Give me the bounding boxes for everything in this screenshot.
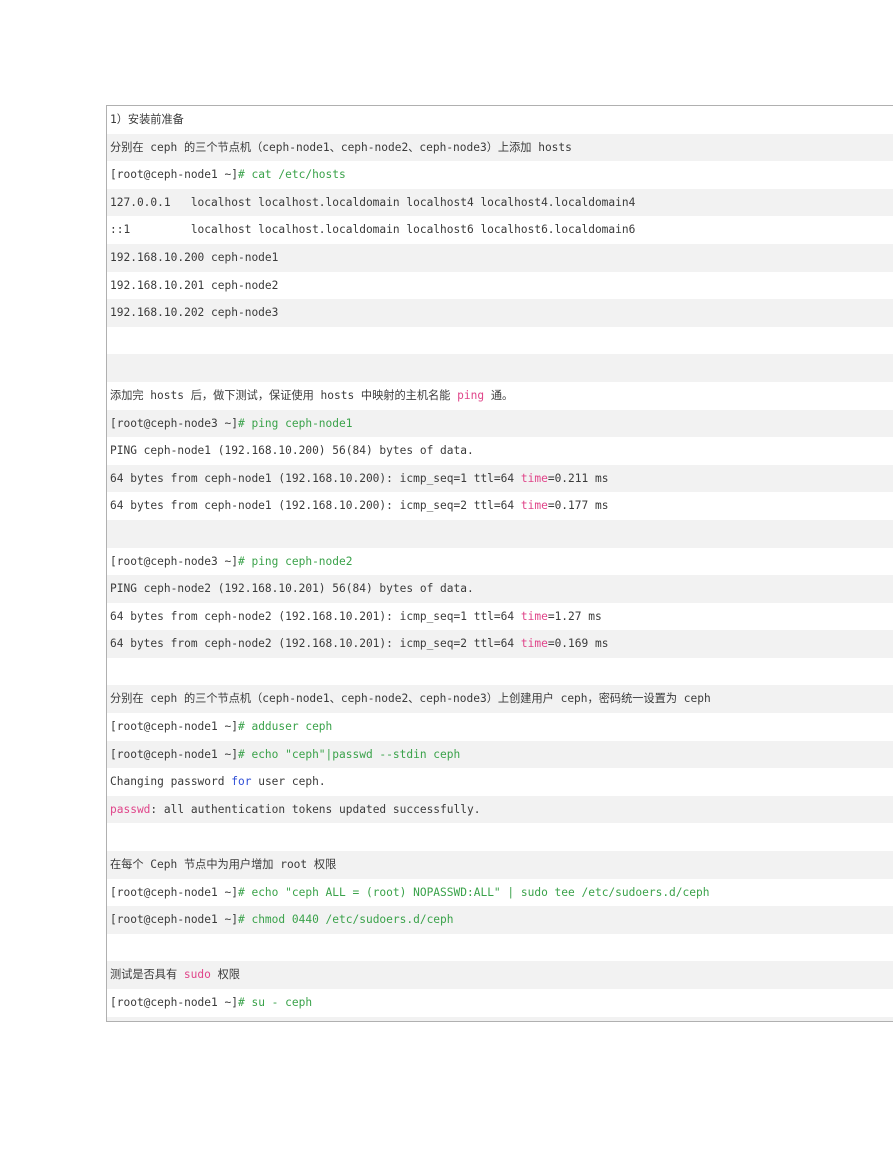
code-line: [root@ceph-node1 ~]# su - ceph xyxy=(107,989,893,1017)
code-line: 在每个 Ceph 节点中为用户增加 root 权限 xyxy=(107,851,893,879)
code-line: 测试是否具有 sudo 权限 xyxy=(107,961,893,989)
code-segment: [root@ceph-node1 ~] xyxy=(110,747,238,761)
code-segment: PING ceph-node2 (192.168.10.201) 56(84) … xyxy=(110,582,474,596)
code-segment: PING ceph-node1 (192.168.10.200) 56(84) … xyxy=(110,444,474,458)
code-line: 64 bytes from ceph-node1 (192.168.10.200… xyxy=(107,464,893,493)
code-segment: time xyxy=(520,637,548,651)
code-segment: ping xyxy=(457,388,485,402)
code-line: 64 bytes from ceph-node1 (192.168.10.200… xyxy=(107,492,893,520)
code-segment: # ping ceph-node2 xyxy=(237,554,353,568)
code-segment: 192.168.10.202 ceph-node3 xyxy=(110,306,279,320)
code-line: 分别在 ceph 的三个节点机（ceph-node1、ceph-node2、ce… xyxy=(107,685,893,714)
code-line: PING ceph-node1 (192.168.10.200) 56(84) … xyxy=(107,437,893,465)
code-line: [root@ceph-node3 ~]# ping ceph-node1 xyxy=(107,409,893,438)
code-segment: [root@ceph-node3 ~] xyxy=(110,416,238,430)
code-segment: passwd xyxy=(110,802,151,816)
code-segment: 64 bytes from ceph-node1 (192.168.10.200… xyxy=(110,499,521,513)
code-segment: ::1 localhost localhost.localdomain loca… xyxy=(110,223,636,237)
code-line: [root@ceph-node1 ~]# adduser ceph xyxy=(107,713,893,741)
code-segment: # chmod 0440 /etc/sudoers.d/ceph xyxy=(237,913,454,927)
code-segment: # echo "ceph"|passwd --stdin ceph xyxy=(237,747,461,761)
code-line: [root@ceph-node1 ~]# echo "ceph"|passwd … xyxy=(107,740,893,769)
code-line: 64 bytes from ceph-node2 (192.168.10.201… xyxy=(107,603,893,631)
code-segment: [root@ceph-node1 ~] xyxy=(110,720,238,734)
code-segment: # echo "ceph ALL = (root) NOPASSWD:ALL" … xyxy=(237,885,710,899)
code-line: PING ceph-node2 (192.168.10.201) 56(84) … xyxy=(107,575,893,603)
code-line: [ceph@ceph-node1 ~]$ sudo su - xyxy=(107,1016,893,1021)
code-line: 分别在 ceph 的三个节点机（ceph-node1、ceph-node2、ce… xyxy=(107,133,893,162)
code-segment: [root@ceph-node1 ~] xyxy=(110,996,238,1009)
code-segment: [root@ceph-node3 ~] xyxy=(110,554,238,568)
code-line: 添加完 hosts 后，做下测试，保证使用 hosts 中映射的主机名能 pin… xyxy=(107,382,893,410)
code-segment: time xyxy=(520,609,548,623)
code-segment: 64 bytes from ceph-node2 (192.168.10.201… xyxy=(110,609,521,623)
code-line: 64 bytes from ceph-node2 (192.168.10.201… xyxy=(107,630,893,658)
code-segment: 192.168.10.200 ceph-node1 xyxy=(110,250,279,264)
code-segment: =0.177 ms xyxy=(547,499,609,513)
code-segment: =1.27 ms xyxy=(547,609,602,623)
code-segment: [root@ceph-node1 ~] xyxy=(110,885,238,899)
code-segment: =0.169 ms xyxy=(547,637,609,651)
code-line: [root@ceph-node1 ~]# echo "ceph ALL = (r… xyxy=(107,879,893,907)
code-segment: 分别在 ceph 的三个节点机（ceph-node1、ceph-node2、ce… xyxy=(110,140,572,154)
code-segment: # adduser ceph xyxy=(237,720,333,734)
code-line: 192.168.10.201 ceph-node2 xyxy=(107,272,893,300)
code-segment: Changing password xyxy=(110,775,232,789)
code-line xyxy=(107,354,893,382)
code-segment: # su - ceph xyxy=(237,996,313,1009)
code-segment: 192.168.10.201 ceph-node2 xyxy=(110,278,279,292)
code-segment: time xyxy=(520,499,548,513)
code-line: 127.0.0.1 localhost localhost.localdomai… xyxy=(107,188,893,217)
code-segment: sudo xyxy=(183,968,211,982)
code-segment: for xyxy=(231,775,252,789)
code-segment: 测试是否具有 xyxy=(110,968,184,982)
code-segment: # cat /etc/hosts xyxy=(237,168,346,182)
code-segment: 在每个 Ceph 节点中为用户增加 root 权限 xyxy=(110,858,337,872)
code-segment: 64 bytes from ceph-node1 (192.168.10.200… xyxy=(110,471,521,485)
code-segment: 127.0.0.1 localhost localhost.localdomai… xyxy=(110,195,636,209)
code-block: 1）安装前准备分别在 ceph 的三个节点机（ceph-node1、ceph-n… xyxy=(106,105,893,1022)
code-segment: : all authentication tokens updated succ… xyxy=(150,802,481,816)
code-segment: 通。 xyxy=(484,388,514,402)
code-segment: time xyxy=(520,471,548,485)
code-line: [root@ceph-node1 ~]# cat /etc/hosts xyxy=(107,161,893,189)
code-segment: [root@ceph-node1 ~] xyxy=(110,168,238,182)
code-line: [root@ceph-node3 ~]# ping ceph-node2 xyxy=(107,548,893,576)
code-segment: =0.211 ms xyxy=(547,471,609,485)
code-segment: user ceph. xyxy=(251,775,326,789)
code-line: 1）安装前准备 xyxy=(107,106,893,134)
code-line: 192.168.10.202 ceph-node3 xyxy=(107,299,893,327)
code-segment: 1）安装前准备 xyxy=(110,113,184,126)
code-line: 192.168.10.200 ceph-node1 xyxy=(107,243,893,272)
code-segment: 添加完 hosts 后，做下测试，保证使用 hosts 中映射的主机名能 xyxy=(110,388,458,402)
code-line: Changing password for user ceph. xyxy=(107,768,893,796)
code-line: [root@ceph-node1 ~]# chmod 0440 /etc/sud… xyxy=(107,906,893,934)
code-segment: 64 bytes from ceph-node2 (192.168.10.201… xyxy=(110,637,521,651)
code-segment: 分别在 ceph 的三个节点机（ceph-node1、ceph-node2、ce… xyxy=(110,692,711,706)
code-segment: 权限 xyxy=(210,968,240,982)
code-segment: # ping ceph-node1 xyxy=(237,416,353,430)
code-line: ::1 localhost localhost.localdomain loca… xyxy=(107,216,893,244)
code-line: passwd: all authentication tokens update… xyxy=(107,795,893,824)
code-segment: [root@ceph-node1 ~] xyxy=(110,913,238,927)
code-line xyxy=(107,519,893,548)
